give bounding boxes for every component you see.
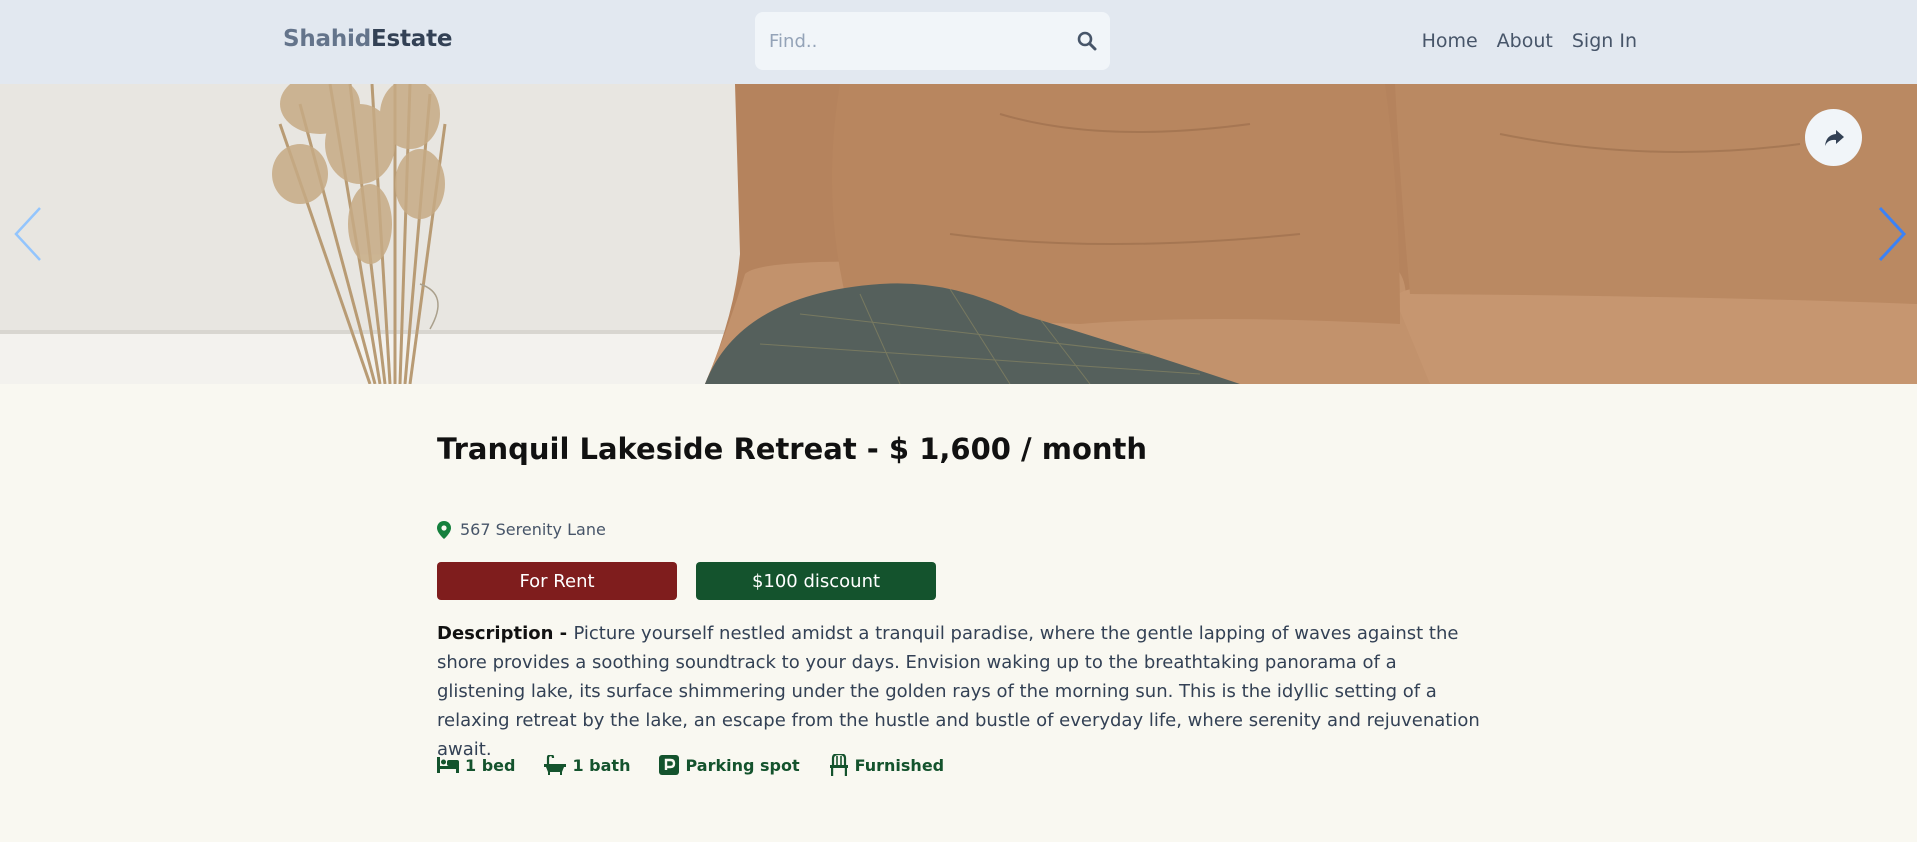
chevron-right-icon: [1878, 206, 1907, 262]
nav-home[interactable]: Home: [1422, 30, 1478, 52]
carousel-prev-button[interactable]: [12, 204, 46, 264]
address-text: 567 Serenity Lane: [460, 520, 606, 539]
feature-parking-label: Parking spot: [685, 755, 800, 775]
share-button[interactable]: [1805, 109, 1862, 166]
search-bar: [755, 12, 1110, 70]
listing-features: 1 bed 1 bath Parking spot Furnished: [437, 754, 944, 776]
chevron-left-icon: [14, 207, 41, 261]
search-icon: [1077, 31, 1097, 51]
bed-icon: [437, 757, 459, 773]
parking-icon: [659, 755, 680, 775]
chair-icon: [829, 754, 848, 776]
feature-parking: Parking spot: [659, 754, 800, 776]
listing-description: Description - Picture yourself nestled a…: [437, 619, 1487, 764]
search-button[interactable]: [1074, 28, 1100, 54]
feature-beds-label: 1 bed: [465, 755, 516, 775]
nav-sign-in[interactable]: Sign In: [1572, 30, 1637, 52]
search-input[interactable]: [769, 12, 1059, 70]
nav-about[interactable]: About: [1497, 30, 1553, 52]
listing-title: Tranquil Lakeside Retreat - $ 1,600 / mo…: [437, 432, 1148, 466]
carousel-next-button[interactable]: [1876, 204, 1910, 264]
listing-badges: For Rent $100 discount: [437, 562, 936, 600]
description-text: Picture yourself nestled amidst a tranqu…: [437, 623, 1480, 760]
description-label: Description -: [437, 623, 574, 644]
listing-photo: [0, 84, 1917, 384]
logo[interactable]: ShahidEstate: [283, 26, 452, 52]
for-rent-badge: For Rent: [437, 562, 677, 600]
feature-baths-label: 1 bath: [572, 755, 631, 775]
logo-part-1: Shahid: [283, 26, 371, 52]
feature-baths: 1 bath: [544, 754, 630, 776]
logo-part-2: Estate: [370, 26, 453, 52]
feature-furnished-label: Furnished: [854, 755, 945, 775]
main-nav: Home About Sign In: [1422, 30, 1637, 52]
feature-beds: 1 bed: [437, 754, 515, 776]
feature-furnished: Furnished: [829, 754, 945, 776]
listing-address: 567 Serenity Lane: [437, 520, 606, 539]
image-carousel: [0, 84, 1917, 384]
location-pin-icon: [437, 520, 451, 539]
bath-icon: [544, 755, 567, 775]
discount-badge: $100 discount: [696, 562, 936, 600]
share-icon: [1824, 129, 1844, 146]
header: ShahidEstate Home About Sign In: [0, 0, 1917, 84]
